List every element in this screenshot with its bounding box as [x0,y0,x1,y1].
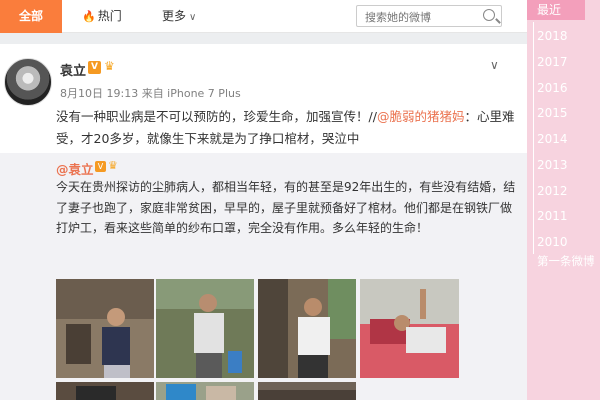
photo-thumbnail[interactable] [56,382,154,400]
crown-icon: ♛ [108,159,118,172]
chevron-down-icon[interactable]: ∨ [490,58,499,72]
photo-thumbnail[interactable] [258,279,356,378]
timeline-year[interactable]: 2016 [537,81,568,95]
repost-text: 今天在贵州探访的尘肺病人，都相当年轻，有的甚至是92年出生的，有些没有结婚，结了… [56,180,516,235]
timeline-year[interactable]: 2014 [537,132,568,146]
post-meta: 8月10日 19:13 来自 iPhone 7 Plus [60,87,241,100]
timeline-line [533,22,534,254]
tab-hot[interactable]: 🔥 热门 [82,0,122,33]
search-input[interactable] [363,8,477,26]
tab-bar: 全部 🔥 热门 更多 ∨ [0,0,527,33]
photo-thumbnail[interactable] [360,279,459,378]
timeline-year[interactable]: 2012 [537,184,568,198]
timeline-year[interactable]: 2017 [537,55,568,69]
tab-all[interactable]: 全部 [0,0,62,33]
crown-icon: ♛ [104,59,115,73]
timeline-year[interactable]: 2018 [537,29,568,43]
mention-link[interactable]: @脆弱的猪猪妈 [377,109,465,124]
avatar[interactable] [4,58,52,106]
timeline-year[interactable]: 2011 [537,209,568,223]
search-icon[interactable] [483,9,495,21]
post-text-prefix: 没有一种职业病是不可以预防的，珍爱生命，加强宣传！// [56,109,377,124]
fire-icon: 🔥 [82,10,96,23]
timeline-year[interactable]: 2015 [537,106,568,120]
timeline-year[interactable]: 2010 [537,235,568,249]
tab-more-label: 更多 [162,9,187,23]
tab-hot-label: 热门 [97,9,122,23]
timeline-year[interactable]: 2013 [537,158,568,172]
photo-thumbnail[interactable] [156,279,254,378]
verified-v-icon: V [88,61,101,74]
photo-thumbnail[interactable] [156,382,254,400]
repost-block: @袁立 V ♛ 今天在贵州探访的尘肺病人，都相当年轻，有的甚至是92年出生的，有… [0,153,527,400]
photo-thumbnail[interactable] [56,279,154,378]
timeline-recent[interactable]: 最近 [527,0,585,20]
verified-v-icon: V [95,161,106,172]
weibo-post: 袁立 V ♛ 8月10日 19:13 来自 iPhone 7 Plus ∨ 没有… [0,44,527,400]
tab-more[interactable]: 更多 ∨ [162,0,196,33]
post-username[interactable]: 袁立 [60,60,86,79]
chevron-down-icon: ∨ [189,12,197,23]
search-box [356,5,502,27]
timeline-sidebar: 最近 2018 2017 2016 2015 2014 2013 2012 20… [527,0,600,400]
photo-thumbnail[interactable] [258,382,356,400]
post-text: 没有一种职业病是不可以预防的，珍爱生命，加强宣传！//@脆弱的猪猪妈：心里难受，… [56,106,518,150]
timeline-first-post[interactable]: 第一条微博 [537,253,595,269]
repost-username[interactable]: @袁立 [56,159,94,178]
